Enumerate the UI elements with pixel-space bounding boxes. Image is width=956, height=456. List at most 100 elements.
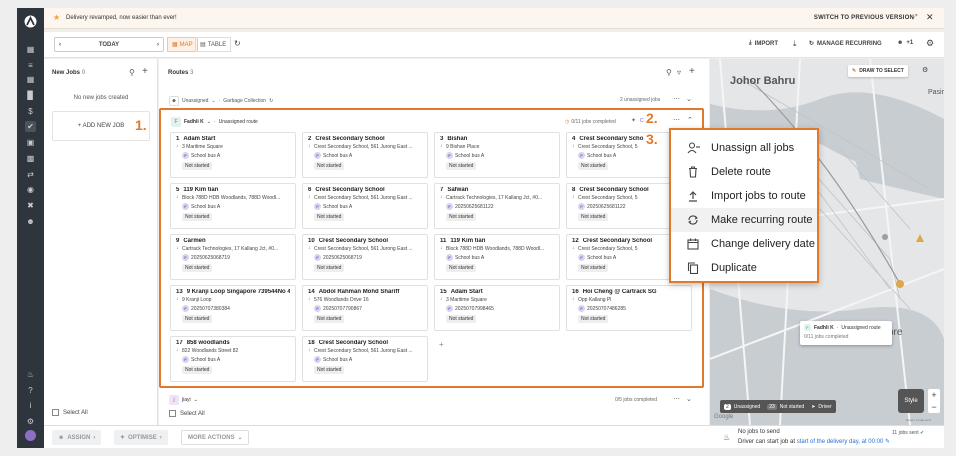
users-button[interactable]: ☻ +1 <box>897 40 913 46</box>
map-style-button[interactable]: Style <box>898 389 924 413</box>
collapse-icon[interactable]: ⤢ <box>912 14 918 22</box>
job-card[interactable]: 14Abdol Rahman Mohd Shariff 576 Woodlands… <box>302 285 428 331</box>
route-more-icon[interactable]: ⋯ <box>673 116 680 124</box>
settings-icon[interactable]: ⚙ <box>25 416 36 427</box>
job-card[interactable]: 17858 woodlands 822 Woodlands Street 82 FS… <box>170 336 296 382</box>
optimise-icon[interactable]: ✦ <box>631 117 636 124</box>
add-route-icon[interactable]: + <box>689 66 695 77</box>
copy-icon <box>681 262 705 274</box>
checkbox[interactable] <box>169 410 176 417</box>
route-row-garbage[interactable]: ☻ Unassigned ⌄ · Garbage Collection ↻ <box>169 95 273 107</box>
job-status-badge: Not started <box>446 213 477 221</box>
route-popup[interactable]: F Fadhli K · Unassigned route 0/11 jobs co… <box>800 321 892 345</box>
job-card[interactable]: 10Crest Secondary School Crest Secondary … <box>302 234 428 280</box>
vehicle-icon: F <box>182 152 189 159</box>
chevron-right-icon[interactable]: › <box>157 42 159 48</box>
optimise-button[interactable]: ✦ OPTIMISE › <box>114 430 168 445</box>
more-actions-button[interactable]: MORE ACTIONS ⌄ <box>181 430 250 445</box>
edit-icon[interactable]: ✎ <box>885 439 890 445</box>
menu-item-duplicate[interactable]: Duplicate <box>671 256 817 280</box>
chevron-left-icon[interactable]: ‹ <box>59 42 61 48</box>
map-view-button[interactable]: ▦ MAP <box>167 37 198 52</box>
menu-item-unassign-all[interactable]: Unassign all jobs <box>671 136 817 160</box>
route-header[interactable]: F Fadhli K ⌄ · Unassigned route <box>171 117 258 127</box>
tools-icon[interactable]: ✖ <box>25 200 36 211</box>
avatar[interactable] <box>25 430 36 441</box>
job-card[interactable]: 1Adam Start 3 Maritime Square FSchool bus … <box>170 132 296 178</box>
job-address: 822 Woodlands Street 82 <box>176 348 290 354</box>
manage-recurring-button[interactable]: ↻ MANAGE RECURRING <box>809 40 882 48</box>
job-address: 3 Maritime Square <box>176 144 290 150</box>
job-card[interactable]: 6Crest Secondary School Crest Secondary S… <box>302 183 428 229</box>
menu-item-import-jobs[interactable]: Import jobs to route <box>671 184 817 208</box>
info-icon[interactable]: i <box>25 400 36 411</box>
grid-icon[interactable]: ▦ <box>25 74 36 85</box>
job-card[interactable]: 9Carmen Cartrack Technologies, 17 Kallang… <box>170 234 296 280</box>
truck-icon[interactable]: ▩ <box>25 153 36 164</box>
zoom-in-button[interactable]: + <box>928 389 940 401</box>
transfer-icon[interactable]: ⇄ <box>25 169 36 180</box>
job-title: 5 119 Kim tian <box>176 187 219 193</box>
date-picker[interactable]: ‹ TODAY › <box>54 37 164 52</box>
chevron-down-icon[interactable]: ⌄ <box>194 397 198 403</box>
job-card[interactable]: 5119 Kim tian Block 788D HDB Woodlands, 7… <box>170 183 296 229</box>
job-vehicle: F School bus A <box>308 152 422 159</box>
chevron-down-icon[interactable]: ⌄ <box>686 395 692 403</box>
report-map-error-link[interactable]: Report a map error <box>906 418 931 422</box>
recurring-icon: ↻ <box>269 98 274 104</box>
filter-icon[interactable]: ▿ <box>677 68 681 77</box>
assign-button[interactable]: ☻ ASSIGN › <box>52 430 102 445</box>
menu-item-make-recurring[interactable]: Make recurring route <box>671 208 817 232</box>
checkbox[interactable] <box>52 409 59 416</box>
chevron-down-icon[interactable]: ⌄ <box>211 98 215 104</box>
draw-to-select-button[interactable]: ✎ DRAW TO SELECT <box>848 65 908 77</box>
gear-icon[interactable]: ⚙ <box>926 38 934 49</box>
chevron-down-icon[interactable]: ⌄ <box>686 95 692 103</box>
more-icon[interactable]: ⋯ <box>673 395 680 403</box>
empty-state-text: No new jobs created <box>73 95 129 101</box>
chevron-up-icon[interactable]: ⌃ <box>687 116 693 124</box>
calendar-icon[interactable]: ▣ <box>25 137 36 148</box>
job-card[interactable]: 7Safwan Cartrack Technologies, 17 Kallang… <box>434 183 560 229</box>
star-icon: ★ <box>53 13 61 22</box>
map-icon[interactable]: ▦ <box>25 44 36 55</box>
chart-icon[interactable]: ▉ <box>25 90 36 101</box>
switch-version-link[interactable]: SWITCH TO PREVIOUS VERSION <box>814 15 914 21</box>
download-icon[interactable]: ⤓ <box>793 39 797 49</box>
bell-icon[interactable]: ♨ <box>25 369 36 380</box>
dollar-icon[interactable]: $ <box>25 106 36 117</box>
pin-icon[interactable]: ◉ <box>25 184 36 195</box>
job-card[interactable]: 16Hoi Cheng @ Cartrack SG Opp Kallang Pl F… <box>566 285 692 331</box>
job-card[interactable]: 2Crest Secondary School Crest Secondary S… <box>302 132 428 178</box>
job-card[interactable]: 18Crest Secondary School Crest Secondary … <box>302 336 428 382</box>
more-icon[interactable]: ⋯ <box>673 95 680 103</box>
help-icon[interactable]: ? <box>25 385 36 396</box>
map-settings-icon[interactable]: ⚙ <box>922 66 928 74</box>
select-all-new-jobs[interactable]: Select All <box>52 409 88 416</box>
job-card[interactable]: 13 9 Kranji Loop Singapore 739544No 4 ...… <box>170 285 296 331</box>
chevron-down-icon[interactable]: ⌄ <box>207 119 211 125</box>
zoom-out-button[interactable]: − <box>928 401 940 413</box>
users-icon[interactable]: ☻ <box>25 216 36 227</box>
menu-item-change-date[interactable]: Change delivery date <box>671 232 817 256</box>
menu-item-delete-route[interactable]: Delete route <box>671 160 817 184</box>
list-icon[interactable]: ≡ <box>25 60 36 71</box>
delivery-icon[interactable]: ✔ <box>25 121 36 132</box>
refresh-icon[interactable]: ↻ <box>234 39 241 48</box>
job-card[interactable]: 15Adam Start 3 Maritime Square F2025070799… <box>434 285 560 331</box>
add-job-icon[interactable]: + <box>439 340 444 349</box>
job-card[interactable]: 3Bishan 9 Bishan Place FSchool bus A Not st… <box>434 132 560 178</box>
optimise-label[interactable]: C <box>640 118 644 124</box>
search-icon[interactable]: ⚲ <box>666 68 672 77</box>
job-card[interactable]: 11119 Kim tian Block 788D HDB Woodlands, … <box>434 234 560 280</box>
search-icon[interactable]: ⚲ <box>129 68 135 77</box>
job-address: 576 Woodlands Drive 16 <box>308 297 422 303</box>
import-button[interactable]: ⤓ IMPORT <box>749 40 778 47</box>
table-view-button[interactable]: ▤ TABLE <box>195 37 232 52</box>
close-icon[interactable]: ✕ <box>926 12 934 23</box>
select-all-routes[interactable]: Select All <box>169 410 205 417</box>
route-row-jiayi[interactable]: j jiayi ⌄ <box>169 395 198 405</box>
delivery-day-link[interactable]: start of the delivery day, at 00:00 <box>797 439 884 445</box>
no-jobs-text: No jobs to send <box>738 429 780 435</box>
add-icon[interactable]: + <box>142 66 148 77</box>
